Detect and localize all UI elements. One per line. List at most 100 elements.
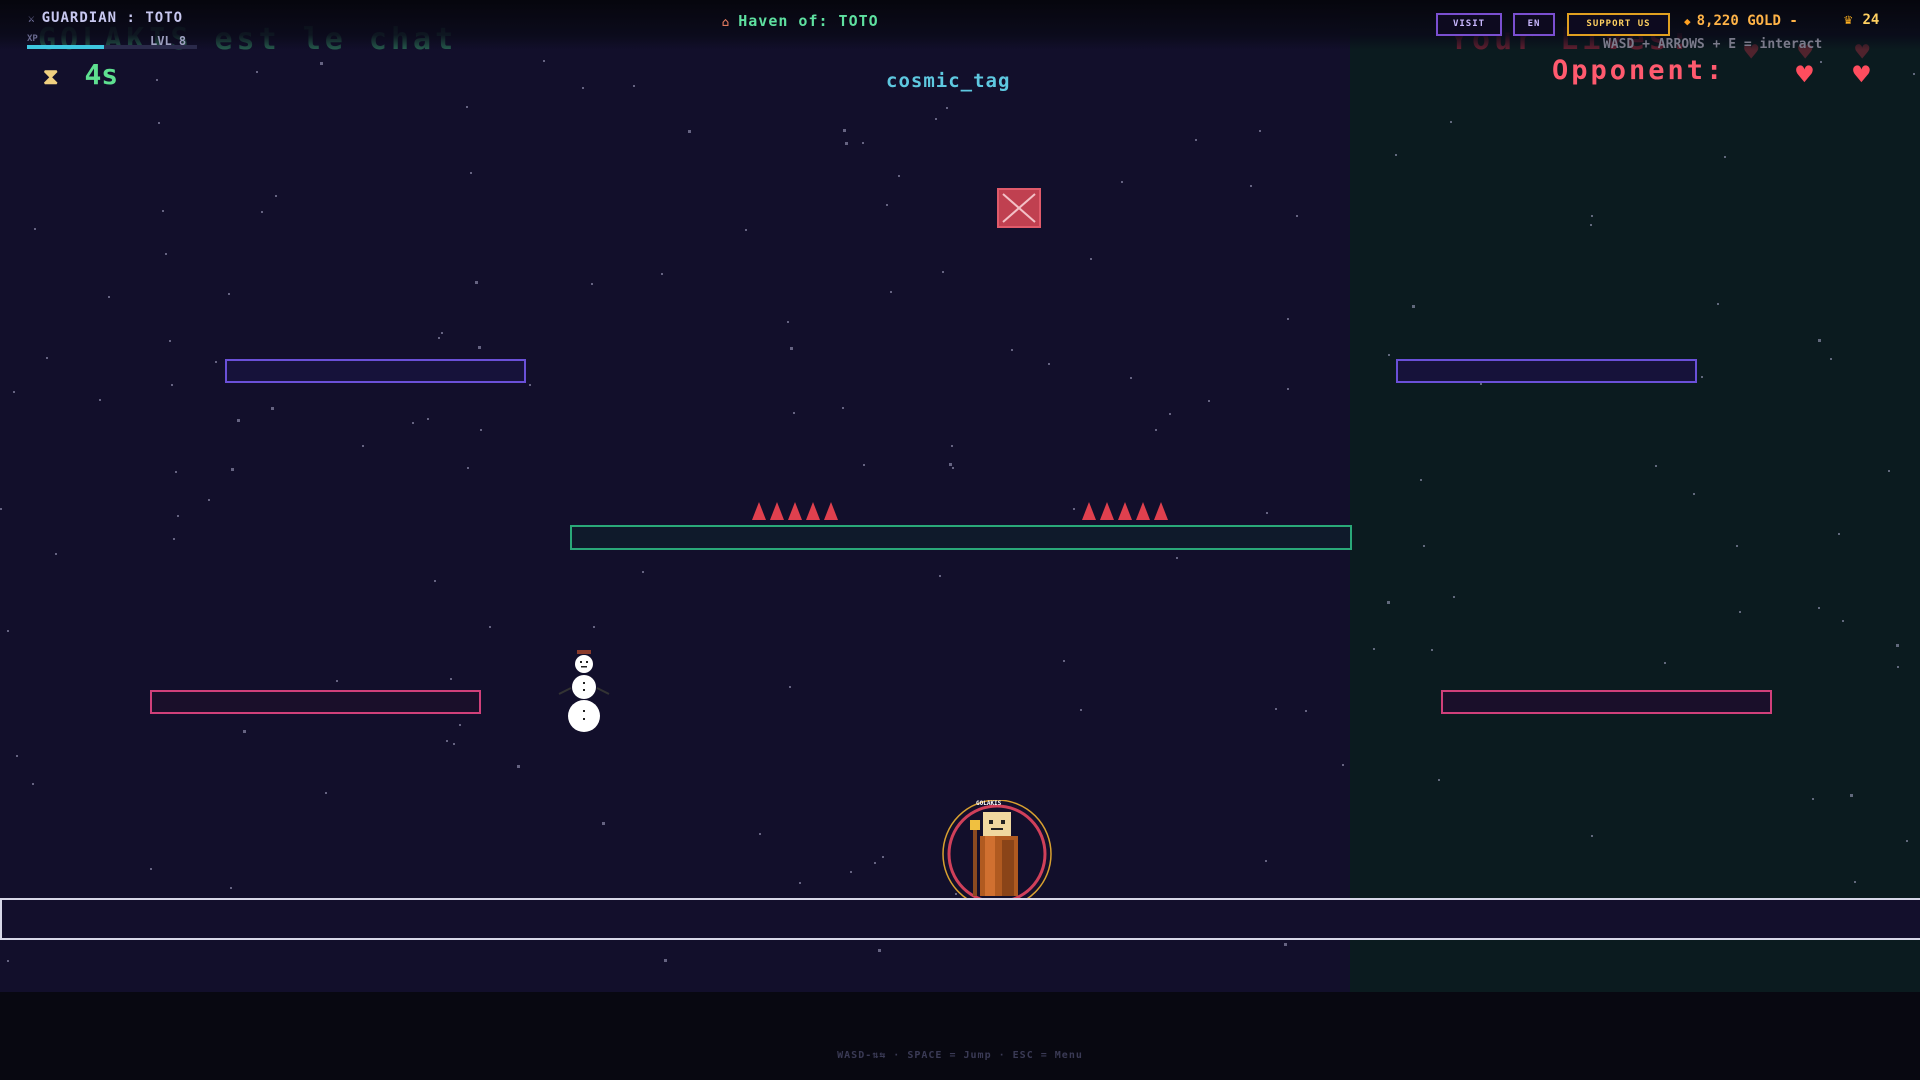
star: [1480, 383, 1482, 385]
star: [1450, 121, 1452, 123]
star: [1913, 73, 1915, 75]
snowman-opponent: [558, 650, 610, 732]
star: [427, 418, 429, 420]
star: [325, 792, 327, 794]
star: [1063, 660, 1065, 662]
star: [1736, 545, 1738, 547]
star: [1812, 798, 1814, 800]
star: [1284, 943, 1287, 946]
xp-label: XP: [27, 34, 38, 44]
star: [633, 85, 635, 87]
star: [1830, 358, 1832, 360]
star: [745, 229, 747, 231]
star: [215, 361, 217, 363]
star: [1073, 508, 1075, 510]
star: [1664, 662, 1666, 664]
star: [1155, 429, 1157, 431]
star: [898, 175, 900, 177]
star: [7, 960, 9, 962]
star: [1701, 376, 1703, 378]
star: [150, 868, 152, 870]
gold-counter: ◆ 8,220 GOLD -: [1684, 13, 1798, 29]
star: [1854, 881, 1856, 883]
star: [158, 122, 160, 124]
star: [412, 422, 414, 424]
star: [1080, 709, 1082, 711]
star: [842, 407, 844, 409]
star: [845, 142, 848, 145]
coin-icon: ◆: [1684, 15, 1691, 28]
star: [661, 273, 663, 275]
star: [1896, 644, 1899, 647]
crown-icon: ♛: [1844, 12, 1853, 28]
star: [1208, 400, 1210, 402]
haven-title: ⌂ Haven of: TOTO: [722, 12, 879, 30]
star: [1287, 388, 1289, 390]
star: [1412, 305, 1415, 308]
star: [173, 538, 175, 540]
star: [1423, 545, 1425, 547]
star: [1717, 303, 1719, 305]
spikes-right: [1082, 502, 1168, 520]
star: [1250, 185, 1252, 187]
crate-x-icon: [1002, 193, 1036, 223]
opponent-lives-label: Opponent:: [1552, 55, 1726, 86]
star: [271, 407, 274, 410]
star: [466, 106, 468, 108]
star: [243, 730, 246, 733]
visit-button[interactable]: VISIT: [1436, 13, 1502, 36]
crown-amount: 24: [1862, 12, 1880, 28]
star: [1820, 61, 1822, 63]
star: [1850, 794, 1853, 797]
star: [0, 508, 2, 510]
game-canvas: GOLAKIS est le chat Your Lives: ♥ ♥ ♥ ⚔G…: [0, 0, 1920, 992]
star: [935, 118, 937, 120]
star: [790, 347, 793, 350]
star: [1590, 224, 1592, 226]
star: [453, 743, 455, 745]
star: [228, 293, 230, 295]
controls-footer-hint: WASD-⇅⇆ · SPACE = Jump · ESC = Menu: [837, 1050, 1083, 1061]
star: [230, 887, 232, 889]
star: [1888, 470, 1890, 472]
star: [1818, 607, 1820, 609]
star: [890, 291, 892, 293]
platform-top-right: [1396, 359, 1697, 383]
platform-middle: [570, 525, 1352, 550]
controls-hint: WASD + ARROWS + E = interact: [1603, 37, 1823, 52]
star: [1739, 611, 1741, 613]
star: [1388, 354, 1390, 356]
platform-low-left: [150, 690, 481, 714]
star: [1591, 835, 1593, 837]
star: [882, 856, 884, 858]
player-name: ⚔ GUARDIAN : TOTO: [28, 10, 183, 26]
star: [1655, 465, 1657, 467]
language-button[interactable]: EN: [1513, 13, 1555, 36]
star: [165, 253, 167, 255]
star: [208, 499, 210, 501]
star: [46, 357, 48, 359]
star: [362, 445, 364, 447]
star: [862, 142, 864, 144]
star: [942, 271, 944, 273]
star: [1842, 620, 1844, 622]
star: [1395, 154, 1397, 156]
star: [1169, 413, 1171, 415]
support-us-button[interactable]: SUPPORT US: [1567, 13, 1670, 36]
sword-icon: ⚔: [28, 12, 36, 25]
star: [1305, 710, 1307, 712]
platform-top-left: [225, 359, 526, 383]
spikes-left: [752, 502, 838, 520]
star: [874, 862, 876, 864]
star: [99, 399, 101, 401]
star: [593, 626, 595, 628]
star: [664, 959, 667, 962]
star: [582, 87, 584, 89]
star: [850, 871, 852, 873]
star: [467, 467, 469, 469]
star: [688, 130, 691, 133]
star: [759, 833, 761, 835]
star: [446, 740, 448, 742]
star: [1693, 493, 1695, 495]
star: [13, 391, 15, 393]
